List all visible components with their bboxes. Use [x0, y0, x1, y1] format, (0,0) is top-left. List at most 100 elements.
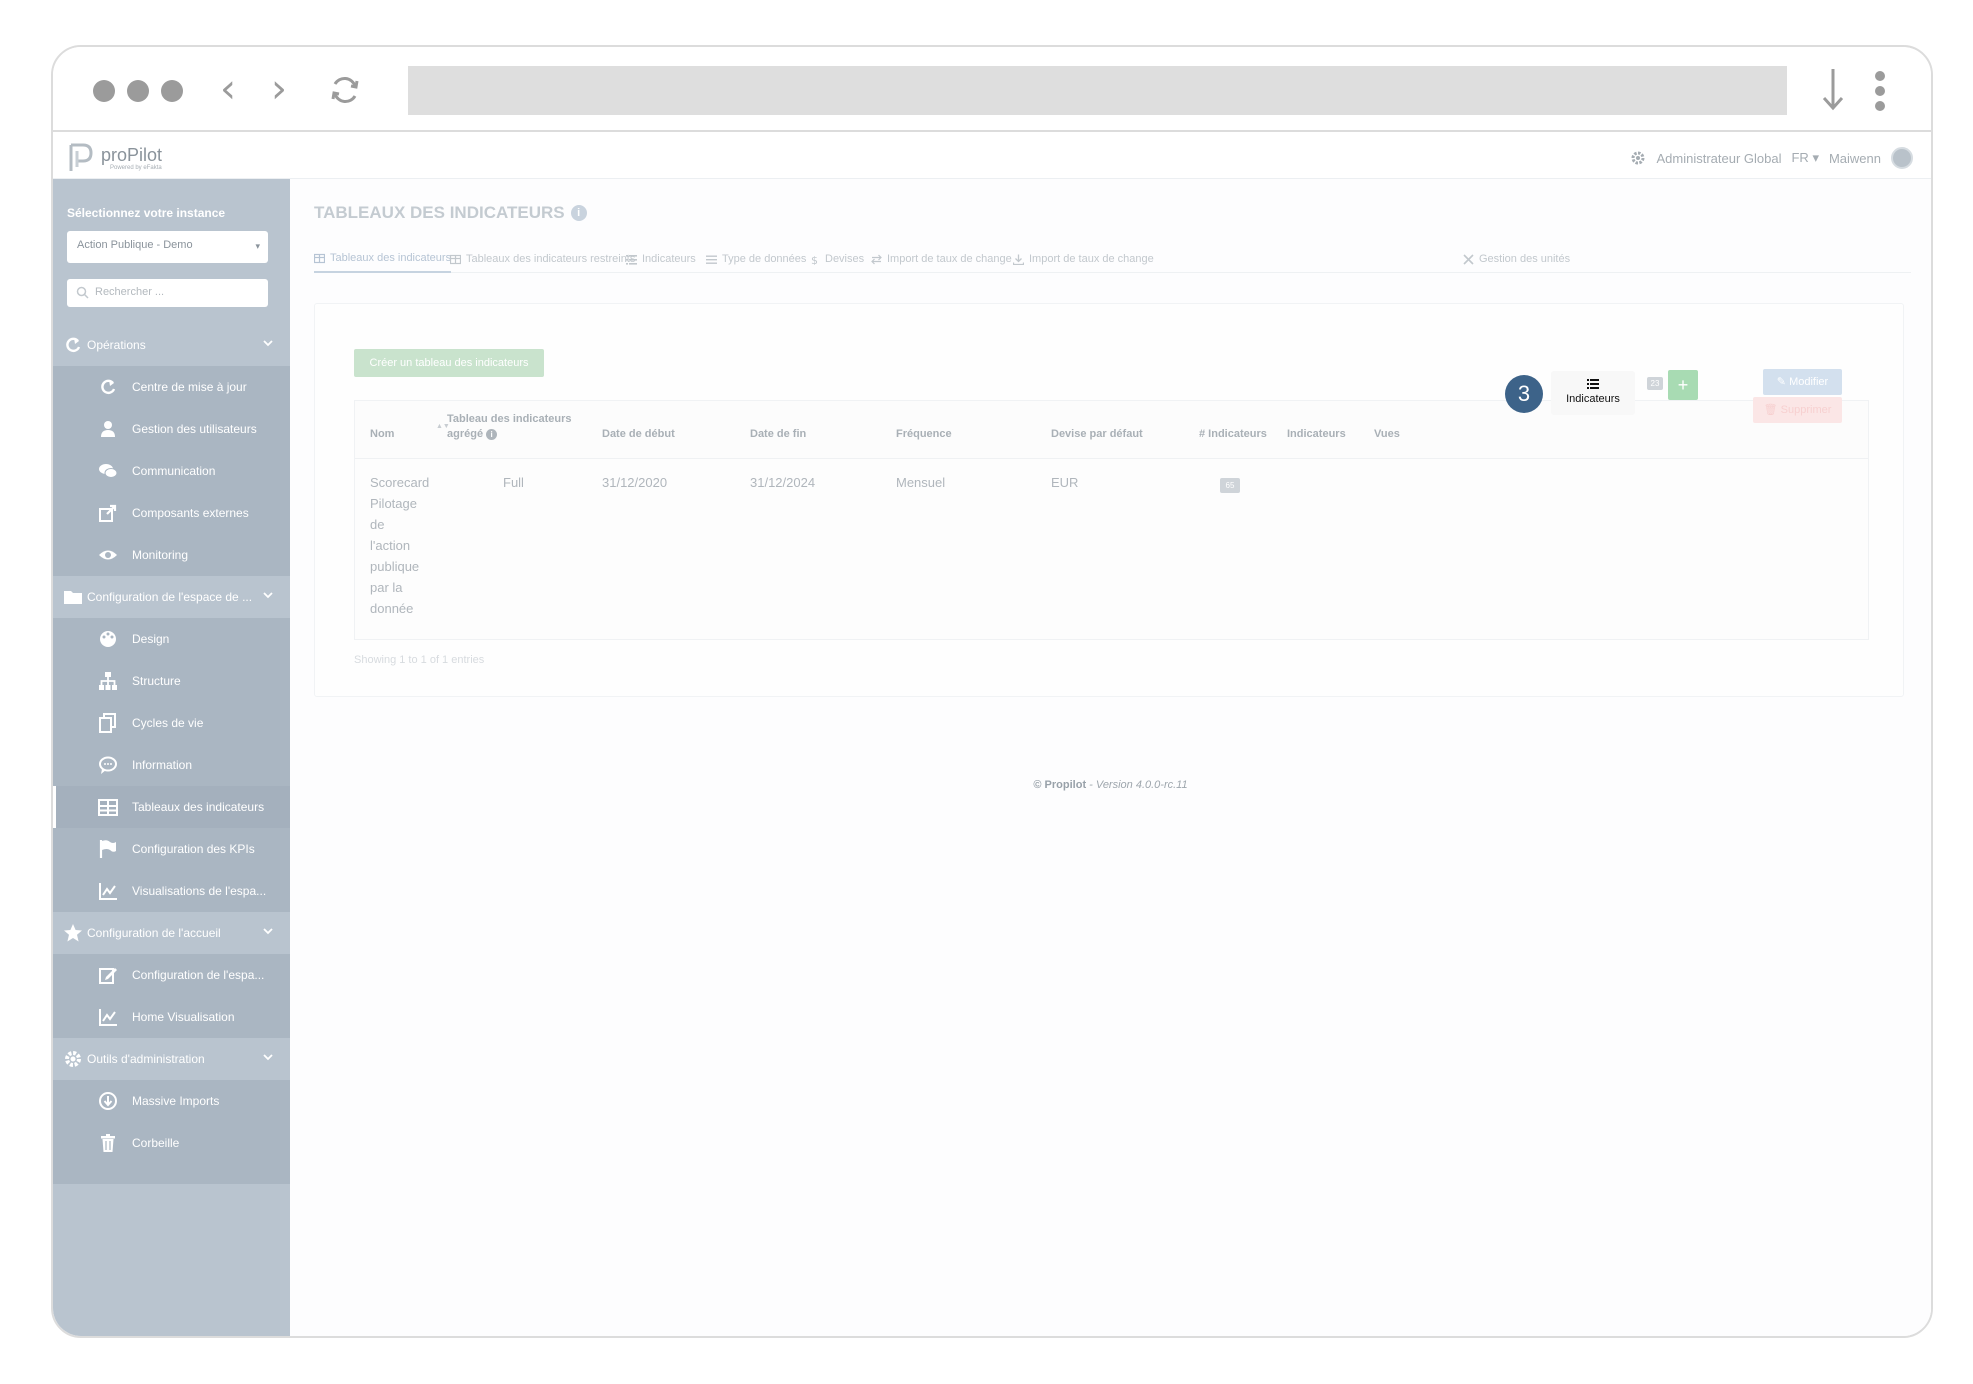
header-agrege[interactable]: Tableau des indicateurs: [447, 413, 572, 425]
tab-5[interactable]: Import de taux de change: [871, 245, 1012, 273]
plus-icon: +: [1677, 375, 1689, 395]
reload-icon[interactable]: [329, 74, 361, 106]
sidebar-item-structure[interactable]: Structure: [53, 660, 290, 702]
brand-name: proPilot: [101, 145, 163, 165]
header-nom[interactable]: Nom: [370, 428, 394, 440]
sidebar-item-label: Centre de mise à jour: [132, 380, 247, 394]
window-dot-close[interactable]: [93, 80, 115, 102]
info-icon[interactable]: i: [570, 205, 587, 221]
sidebar-item-home-visualisation[interactable]: Home Visualisation: [53, 996, 290, 1038]
header-frequence[interactable]: Fréquence: [896, 428, 952, 440]
sidebar-item-communication[interactable]: Communication: [53, 450, 290, 492]
sidebar-section-configuration-de-l-espace-de[interactable]: Configuration de l'espace de ...: [53, 576, 290, 618]
propilot-logo[interactable]: proPilot Powered by eFakta: [67, 141, 247, 175]
avatar[interactable]: [1891, 147, 1913, 169]
chevron-down-icon[interactable]: [262, 925, 274, 937]
sidebar-item-label: Information: [132, 758, 193, 772]
tab-0[interactable]: Tableaux des indicateurs: [314, 245, 452, 273]
sidebar-item-configuration-des-kpis[interactable]: Configuration des KPIs: [53, 828, 290, 870]
sidebar-item-composants-externes[interactable]: Composants externes: [53, 492, 290, 534]
tab-1[interactable]: Tableaux des indicateurs restreints: [450, 245, 635, 273]
chevron-down-icon[interactable]: [262, 337, 274, 349]
cell-nom-line: de: [370, 517, 385, 532]
chevron-down-icon[interactable]: [262, 1051, 274, 1063]
chat-icon: [99, 464, 118, 478]
modify-button[interactable]: ✎ Modifier: [1763, 369, 1842, 395]
sidebar-item-configuration-de-l-espa[interactable]: Configuration de l'espa...: [53, 954, 290, 996]
sidebar-item-label: Configuration des KPIs: [132, 842, 255, 856]
tab-3[interactable]: Type de données: [706, 245, 806, 273]
indicators-button[interactable]: Indicateurs: [1551, 371, 1635, 415]
cell-date-debut: 31/12/2020: [602, 475, 668, 490]
sidebar-item-cycles-de-vie[interactable]: Cycles de vie: [53, 702, 290, 744]
gear-icon: [65, 1051, 81, 1067]
header-date-fin[interactable]: Date de fin: [750, 428, 806, 440]
sidebar-item-label: Structure: [132, 674, 181, 688]
gear-icon[interactable]: [1630, 150, 1646, 166]
cell-devise: EUR: [1051, 475, 1079, 490]
tab-2[interactable]: Indicateurs: [626, 245, 696, 273]
pencil-icon: ✎: [1776, 376, 1787, 388]
sidebar-item-label: Home Visualisation: [132, 1010, 235, 1024]
create-scorecard-button[interactable]: Créer un tableau des indicateurs: [354, 349, 544, 377]
sitemap-icon: [99, 672, 117, 690]
exchange-icon: [871, 254, 882, 264]
tab-label: Import de taux de change: [1029, 253, 1154, 265]
tab-label: Indicateurs: [642, 253, 696, 265]
window-dot-maximize[interactable]: [161, 80, 183, 102]
instance-select[interactable]: Action Publique - Demo ▾: [67, 231, 268, 263]
role-link[interactable]: Administrateur Global: [1656, 151, 1781, 166]
sidebar-item-monitoring[interactable]: Monitoring: [53, 534, 290, 576]
tab-4[interactable]: $ Devises: [809, 245, 864, 273]
sidebar-item-massive-imports[interactable]: Massive Imports: [53, 1080, 290, 1122]
user-name[interactable]: Maiwenn: [1829, 151, 1881, 166]
info-icon[interactable]: i: [486, 428, 498, 440]
browser-menu-icon[interactable]: [1873, 71, 1887, 111]
header-devise[interactable]: Devise par défaut: [1051, 428, 1143, 440]
folder-icon: [64, 591, 82, 604]
header-date-debut[interactable]: Date de début: [602, 428, 675, 440]
chevron-down-icon[interactable]: [262, 589, 274, 601]
sidebar-section-configuration-de-l-accueil[interactable]: Configuration de l'accueil: [53, 912, 290, 954]
svg-text:$: $: [811, 254, 818, 265]
tab-6[interactable]: Import de taux de change: [1013, 245, 1154, 273]
sidebar-item-label: Gestion des utilisateurs: [132, 422, 257, 436]
trash-icon: [101, 1134, 115, 1152]
sidebar-item-gestion-des-utilisateurs[interactable]: Gestion des utilisateurs: [53, 408, 290, 450]
sidebar-item-corbeille[interactable]: Corbeille: [53, 1122, 290, 1164]
language-dropdown[interactable]: FR ▾: [1791, 150, 1818, 166]
forward-icon[interactable]: ›: [271, 67, 287, 111]
instance-title: Sélectionnez votre instance: [67, 206, 226, 220]
sidebar-section-outils-d-administration[interactable]: Outils d'administration: [53, 1038, 290, 1080]
sidebar-item-visualisations-de-l-espa[interactable]: Visualisations de l'espa...: [53, 870, 290, 912]
step-number-badge: 3: [1505, 375, 1543, 413]
brand-subtitle: Powered by eFakta: [110, 165, 162, 171]
sidebar-item-design[interactable]: Design: [53, 618, 290, 660]
cell-nom-line: Scorecard: [370, 475, 430, 490]
comment-icon: [99, 756, 117, 774]
sidebar-item-label: Massive Imports: [132, 1094, 220, 1108]
sidebar-section-operations[interactable]: Opérations: [53, 324, 290, 366]
add-view-button[interactable]: +: [1668, 370, 1698, 400]
address-bar[interactable]: [408, 66, 1787, 115]
sidebar-search-input[interactable]: Rechercher ...: [67, 279, 268, 307]
sidebar-item-tableaux-des-indicateurs[interactable]: Tableaux des indicateurs: [53, 786, 290, 828]
sidebar-item-centre-de-mise-a-jour[interactable]: Centre de mise à jour: [53, 366, 290, 408]
sidebar-item-information[interactable]: Information: [53, 744, 290, 786]
palette-icon: [100, 631, 116, 647]
tab-7[interactable]: Gestion des unités: [1463, 245, 1570, 273]
back-icon[interactable]: ‹: [220, 67, 236, 111]
sidebar-item-label: Tableaux des indicateurs: [132, 800, 265, 814]
tab-label: Import de taux de change: [887, 253, 1012, 265]
propilot-logo-icon: [69, 143, 93, 171]
download-icon[interactable]: [1818, 63, 1848, 115]
header-nb-indicateurs[interactable]: # Indicateurs: [1199, 428, 1267, 440]
window-dot-minimize[interactable]: [127, 80, 149, 102]
page-title: TABLEAUX DES INDICATEURS i: [314, 203, 587, 223]
external-link-icon: [99, 504, 117, 522]
sidebar-item-label: Configuration de l'accueil: [87, 926, 221, 940]
delete-button[interactable]: 🗑 Supprimer: [1753, 397, 1842, 423]
chart-icon: [99, 883, 117, 900]
cell-nom-line: l'action: [370, 538, 411, 553]
content-panel: Créer un tableau des indicateurs Nom ▲▼ …: [314, 303, 1904, 697]
